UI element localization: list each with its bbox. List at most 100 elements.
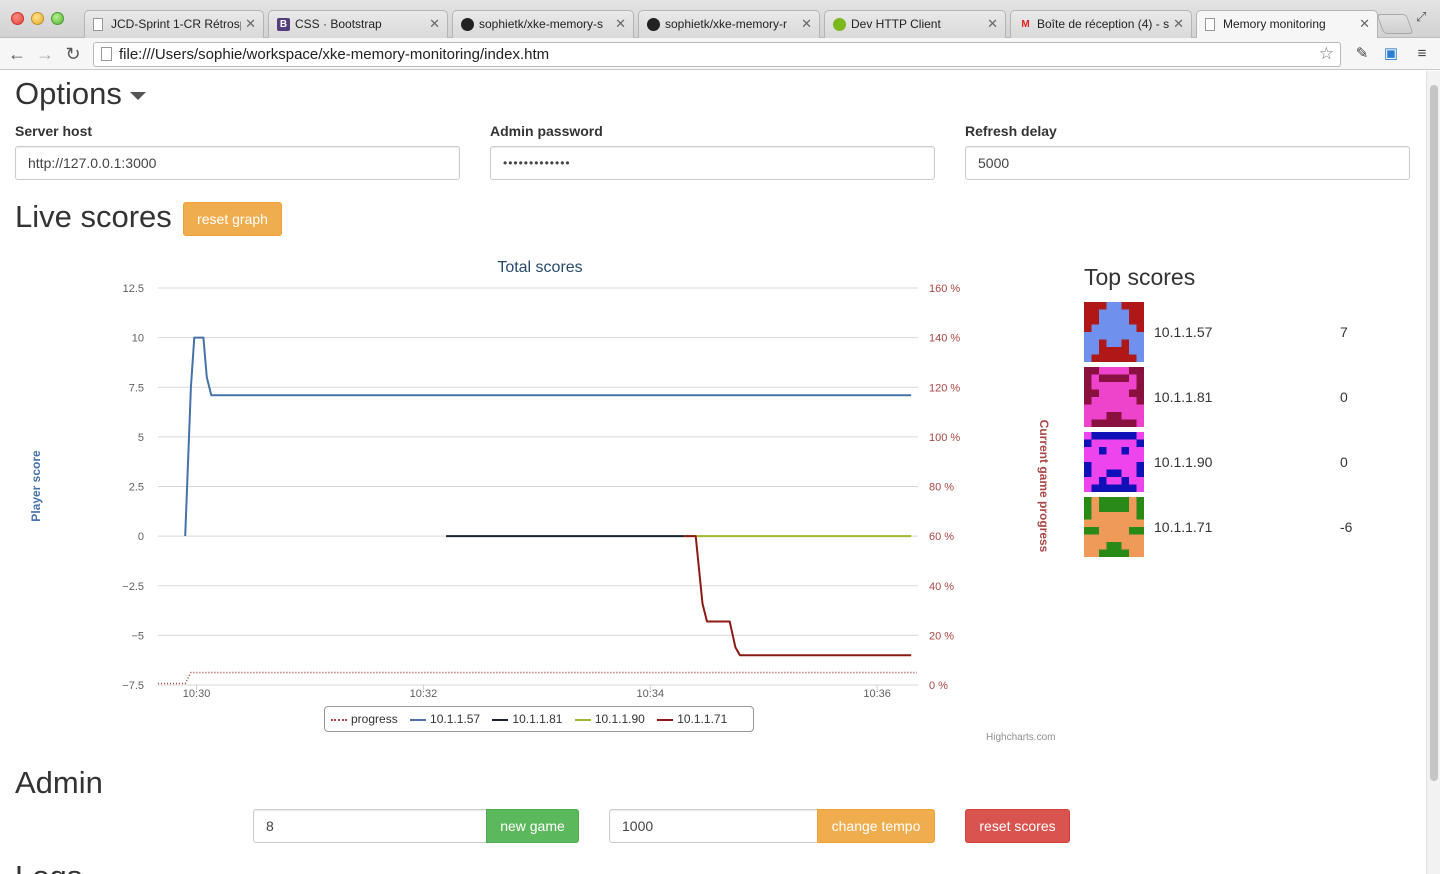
highcharts-credits-link[interactable]: Highcharts.com bbox=[986, 732, 1055, 743]
close-tab-icon[interactable]: ✕ bbox=[245, 16, 256, 32]
browser-tab[interactable]: sophietk/xke-memory-r ✕ bbox=[638, 10, 820, 38]
avatar-pixel bbox=[1136, 549, 1144, 557]
close-tab-icon[interactable]: ✕ bbox=[1359, 16, 1370, 32]
reload-icon[interactable]: ↻ bbox=[62, 43, 84, 65]
forward-icon[interactable]: → bbox=[34, 43, 56, 65]
avatar-pixel bbox=[1106, 527, 1114, 535]
legend-label: 10.1.1.90 bbox=[594, 712, 645, 726]
avatar-pixel bbox=[1121, 534, 1129, 542]
new-game-button[interactable]: new game bbox=[486, 809, 579, 843]
browser-tab[interactable]: M Boîte de réception (4) - s ✕ bbox=[1010, 10, 1192, 38]
identicon-avatar bbox=[1084, 302, 1144, 362]
avatar-pixel bbox=[1099, 412, 1107, 420]
avatar-pixel bbox=[1129, 497, 1137, 505]
minimize-window-button[interactable] bbox=[31, 12, 44, 25]
legend-item-series[interactable]: 10.1.1.81 bbox=[492, 712, 562, 726]
tab-title: JCD-Sprint 1-CR Rétrosp bbox=[111, 17, 241, 31]
avatar-pixel bbox=[1084, 339, 1092, 347]
reset-scores-button[interactable]: reset scores bbox=[965, 809, 1070, 843]
server-host-label: Server host bbox=[15, 123, 93, 139]
avatar-pixel bbox=[1106, 324, 1114, 332]
options-title: Options bbox=[15, 76, 122, 111]
options-heading[interactable]: Options bbox=[15, 76, 146, 112]
avatar-pixel bbox=[1091, 549, 1099, 557]
menu-icon[interactable]: ≡ bbox=[1412, 44, 1432, 64]
avatar-pixel bbox=[1136, 419, 1144, 427]
screenshot-extension-icon[interactable]: ▣ bbox=[1381, 44, 1401, 64]
page-icon bbox=[101, 47, 112, 61]
avatar-pixel bbox=[1106, 534, 1114, 542]
avatar-pixel bbox=[1136, 484, 1144, 492]
avatar-pixel bbox=[1114, 382, 1122, 390]
avatar-pixel bbox=[1099, 527, 1107, 535]
avatar-pixel bbox=[1129, 347, 1137, 355]
browser-tab[interactable]: B CSS · Bootstrap ✕ bbox=[268, 10, 448, 38]
change-tempo-button[interactable]: change tempo bbox=[817, 809, 935, 843]
gmail-icon: M bbox=[1021, 19, 1030, 30]
legend-item-series[interactable]: 10.1.1.90 bbox=[574, 712, 645, 726]
fullscreen-icon[interactable]: ⤢ bbox=[1416, 9, 1426, 25]
avatar-pixel bbox=[1106, 339, 1114, 347]
avatar-pixel bbox=[1129, 324, 1137, 332]
legend-item-series[interactable]: 10.1.1.71 bbox=[657, 712, 727, 726]
server-host-input[interactable]: http://127.0.0.1:3000 bbox=[15, 146, 460, 180]
browser-toolbar: ← → ↻ file:///Users/sophie/workspace/xke… bbox=[0, 38, 1440, 70]
avatar-pixel bbox=[1129, 512, 1137, 520]
avatar-pixel bbox=[1091, 504, 1099, 512]
legend-item-progress[interactable]: progress bbox=[331, 712, 398, 726]
avatar-pixel bbox=[1114, 439, 1122, 447]
caret-down-icon bbox=[129, 91, 146, 100]
new-tab-button[interactable] bbox=[1376, 14, 1414, 34]
admin-password-input[interactable]: ••••••••••••• bbox=[490, 146, 935, 180]
close-tab-icon[interactable]: ✕ bbox=[1173, 16, 1184, 32]
avatar-pixel bbox=[1099, 332, 1107, 340]
close-tab-icon[interactable]: ✕ bbox=[801, 16, 812, 32]
refresh-delay-input[interactable]: 5000 bbox=[965, 146, 1410, 180]
browser-tab[interactable]: sophietk/xke-memory-s ✕ bbox=[452, 10, 634, 38]
avatar-pixel bbox=[1091, 542, 1099, 550]
player-ip: 10.1.1.81 bbox=[1154, 389, 1213, 405]
eyedropper-icon[interactable]: ✎ bbox=[1352, 44, 1372, 64]
y-tick-label: 5 bbox=[138, 432, 144, 444]
series-line-10-1-1-71 bbox=[684, 535, 912, 657]
legend-item-series[interactable]: 10.1.1.57 bbox=[410, 712, 480, 726]
avatar-pixel bbox=[1084, 542, 1092, 550]
scrollbar-thumb[interactable] bbox=[1430, 85, 1438, 781]
close-window-button[interactable] bbox=[11, 12, 24, 25]
close-tab-icon[interactable]: ✕ bbox=[429, 16, 440, 32]
zoom-window-button[interactable] bbox=[51, 12, 64, 25]
avatar-pixel bbox=[1136, 332, 1144, 340]
avatar-pixel bbox=[1091, 404, 1099, 412]
avatar-pixel bbox=[1091, 347, 1099, 355]
player-ip: 10.1.1.57 bbox=[1154, 324, 1213, 340]
avatar-pixel bbox=[1121, 317, 1129, 325]
bookmark-star-icon[interactable]: ☆ bbox=[1319, 44, 1334, 64]
pairs-input[interactable]: 8 bbox=[253, 809, 488, 843]
avatar-pixel bbox=[1129, 447, 1137, 455]
identicon-avatar bbox=[1084, 432, 1144, 492]
tempo-input[interactable]: 1000 bbox=[609, 809, 819, 843]
identicon-avatar bbox=[1084, 367, 1144, 427]
browser-tab-active[interactable]: Memory monitoring ✕ bbox=[1196, 10, 1378, 39]
avatar-pixel bbox=[1114, 462, 1122, 470]
avatar-pixel bbox=[1099, 519, 1107, 527]
close-tab-icon[interactable]: ✕ bbox=[615, 16, 626, 32]
address-bar[interactable]: file:///Users/sophie/workspace/xke-memor… bbox=[93, 42, 1341, 67]
avatar-pixel bbox=[1129, 412, 1137, 420]
avatar-pixel bbox=[1084, 519, 1092, 527]
admin-password-label: Admin password bbox=[490, 123, 603, 139]
browser-tab[interactable]: JCD-Sprint 1-CR Rétrosp ✕ bbox=[84, 10, 264, 38]
avatar-pixel bbox=[1114, 397, 1122, 405]
identicon-avatar bbox=[1084, 497, 1144, 557]
avatar-pixel bbox=[1136, 447, 1144, 455]
player-score: 7 bbox=[1340, 324, 1348, 340]
avatar-pixel bbox=[1084, 332, 1092, 340]
back-icon[interactable]: ← bbox=[6, 43, 28, 65]
avatar-pixel bbox=[1106, 389, 1114, 397]
reset-graph-button[interactable]: reset graph bbox=[183, 202, 282, 236]
avatar-pixel bbox=[1136, 347, 1144, 355]
page-scrollbar[interactable] bbox=[1426, 71, 1440, 874]
player-score: 0 bbox=[1340, 389, 1348, 405]
close-tab-icon[interactable]: ✕ bbox=[987, 16, 998, 32]
browser-tab[interactable]: Dev HTTP Client ✕ bbox=[824, 10, 1006, 38]
